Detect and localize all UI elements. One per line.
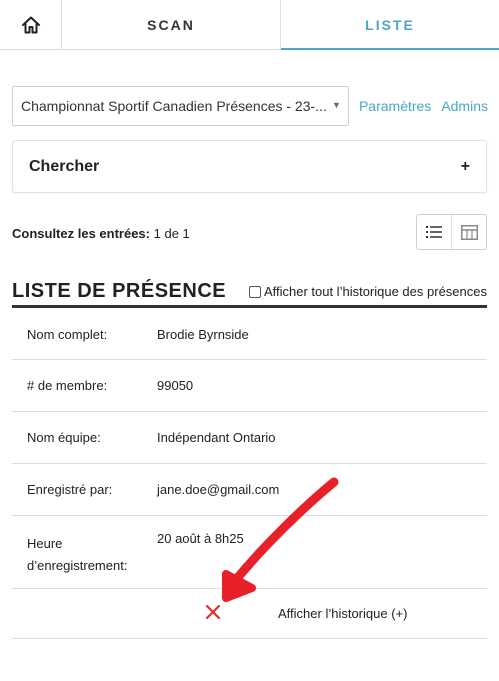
show-all-history-checkbox[interactable]: Afficher tout l’historique des présences xyxy=(248,284,487,299)
record-value: 99050 xyxy=(157,378,194,393)
home-button[interactable] xyxy=(0,0,62,49)
show-history-link[interactable]: Afficher l’historique (+) xyxy=(278,606,407,621)
record-row-member-number: # de membre: 99050 xyxy=(12,360,487,412)
record-row-registration-time: Heure d’enregistrement: 20 août à 8h25 xyxy=(12,516,487,589)
chevron-down-icon: ▼ xyxy=(332,100,341,110)
home-icon xyxy=(21,16,40,33)
top-nav: SCAN LISTE xyxy=(0,0,499,50)
entries-value: 1 de 1 xyxy=(153,226,190,241)
record-actions: Afficher l’historique (+) xyxy=(12,589,487,639)
tab-scan[interactable]: SCAN xyxy=(62,0,281,49)
record-value: Indépendant Ontario xyxy=(157,430,276,445)
entries-info: Consultez les entrées: 1 de 1 xyxy=(12,226,190,241)
record-row-team-name: Nom équipe: Indépendant Ontario xyxy=(12,412,487,464)
list-icon xyxy=(426,226,442,238)
list-header: LISTE DE PRÉSENCE Afficher tout l’histor… xyxy=(12,280,487,308)
record-row-registered-by: Enregistré par: jane.doe@gmail.com xyxy=(12,464,487,516)
table-icon xyxy=(460,224,478,240)
event-select[interactable]: Championnat Sportif Canadien Présences -… xyxy=(12,86,349,126)
list-view-button[interactable] xyxy=(417,215,451,249)
table-view-button[interactable] xyxy=(451,215,486,249)
search-panel[interactable]: Chercher + xyxy=(12,140,487,193)
record-label: Nom équipe: xyxy=(27,430,101,445)
event-select-value: Championnat Sportif Canadien Présences -… xyxy=(21,98,327,114)
record-row-full-name: Nom complet: Brodie Byrnside xyxy=(12,309,487,360)
tab-liste[interactable]: LISTE xyxy=(281,0,499,50)
record-label-line-2: d’enregistrement: xyxy=(27,558,128,573)
record-value: jane.doe@gmail.com xyxy=(157,482,280,497)
record-label-line-1: Heure xyxy=(27,536,63,551)
expand-icon[interactable]: + xyxy=(461,158,470,176)
search-panel-title: Chercher xyxy=(29,157,100,175)
admins-link[interactable]: Admins xyxy=(441,98,488,114)
checkbox-box[interactable] xyxy=(248,285,261,298)
list-title: LISTE DE PRÉSENCE xyxy=(12,280,227,302)
settings-link[interactable]: Paramètres xyxy=(359,98,431,114)
attendance-record: Nom complet: Brodie Byrnside # de membre… xyxy=(12,309,487,639)
entries-label: Consultez les entrées: xyxy=(12,226,150,241)
record-label: Heure d’enregistrement: xyxy=(12,533,157,577)
show-all-history-label: Afficher tout l’historique des présences xyxy=(263,284,487,299)
record-value: 20 août à 8h25 xyxy=(157,531,244,546)
delete-x-icon[interactable] xyxy=(205,604,221,620)
record-label: Nom complet: xyxy=(27,326,108,342)
record-label: # de membre: xyxy=(27,378,108,393)
record-label: Enregistré par: xyxy=(27,482,113,497)
record-value: Brodie Byrnside xyxy=(157,326,249,342)
view-toggle xyxy=(416,214,487,250)
event-select-row: Championnat Sportif Canadien Présences -… xyxy=(12,86,488,126)
